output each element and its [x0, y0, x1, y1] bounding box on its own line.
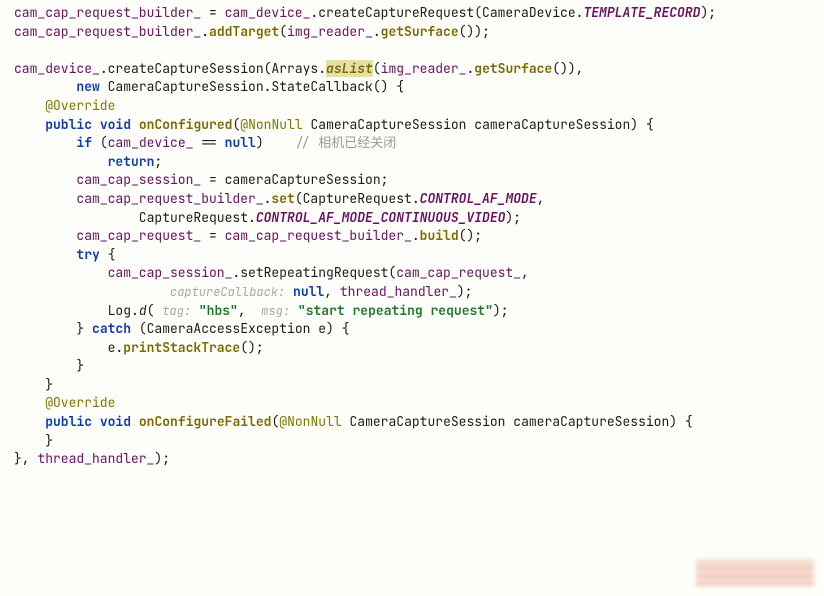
keyword: new	[76, 78, 99, 95]
highlighted-method: asList	[326, 60, 373, 77]
code-editor[interactable]: cam_cap_request_builder_ = cam_device_.c…	[14, 4, 824, 469]
code-line: CaptureRequest.CONTROL_AF_MODE_CONTINUOU…	[14, 209, 824, 228]
code-line: cam_cap_request_builder_ = cam_device_.c…	[14, 4, 824, 23]
param-hint: captureCallback:	[170, 284, 285, 300]
code-line: } catch (CameraAccessException e) {	[14, 320, 824, 339]
string-literal: "hbs"	[199, 302, 238, 319]
code-line: public void onConfigureFailed(@NonNull C…	[14, 413, 824, 432]
code-line: }, thread_handler_);	[14, 450, 824, 469]
code-line: cam_cap_session_ = cameraCaptureSession;	[14, 171, 824, 190]
code-line: }	[14, 357, 824, 376]
code-line: return;	[14, 153, 824, 172]
code-line: cam_device_.createCaptureSession(Arrays.…	[14, 60, 824, 79]
method-call: addTarget	[209, 23, 279, 40]
code-line: Log.d( tag: "hbs", msg: "start repeating…	[14, 302, 824, 321]
code-line: @Override	[14, 394, 824, 413]
code-line: }	[14, 432, 824, 451]
code-line: captureCallback: null, thread_handler_);	[14, 283, 824, 302]
code-line: if (cam_device_ == null) // 相机已经关闭	[14, 134, 824, 153]
watermark-overlay	[696, 560, 814, 586]
comment: // 相机已经关闭	[295, 134, 396, 151]
constant: TEMPLATE_RECORD	[583, 4, 700, 21]
code-line: try {	[14, 246, 824, 265]
code-line: cam_cap_request_builder_.set(CaptureRequ…	[14, 190, 824, 209]
code-line: }	[14, 376, 824, 395]
code-line: public void onConfigured(@NonNull Camera…	[14, 116, 824, 135]
method-decl: onConfigured	[139, 116, 233, 133]
code-line: e.printStackTrace();	[14, 339, 824, 358]
code-line: cam_cap_request_builder_.addTarget(img_r…	[14, 23, 824, 42]
code-line: @Override	[14, 97, 824, 116]
static-method: d	[139, 302, 147, 319]
field-ref: cam_cap_request_builder_	[14, 4, 201, 21]
code-line: cam_cap_request_ = cam_cap_request_build…	[14, 227, 824, 246]
code-line: new CameraCaptureSession.StateCallback()…	[14, 78, 824, 97]
annotation: @Override	[45, 97, 115, 114]
code-line: cam_cap_session_.setRepeatingRequest(cam…	[14, 264, 824, 283]
code-line	[14, 41, 824, 60]
